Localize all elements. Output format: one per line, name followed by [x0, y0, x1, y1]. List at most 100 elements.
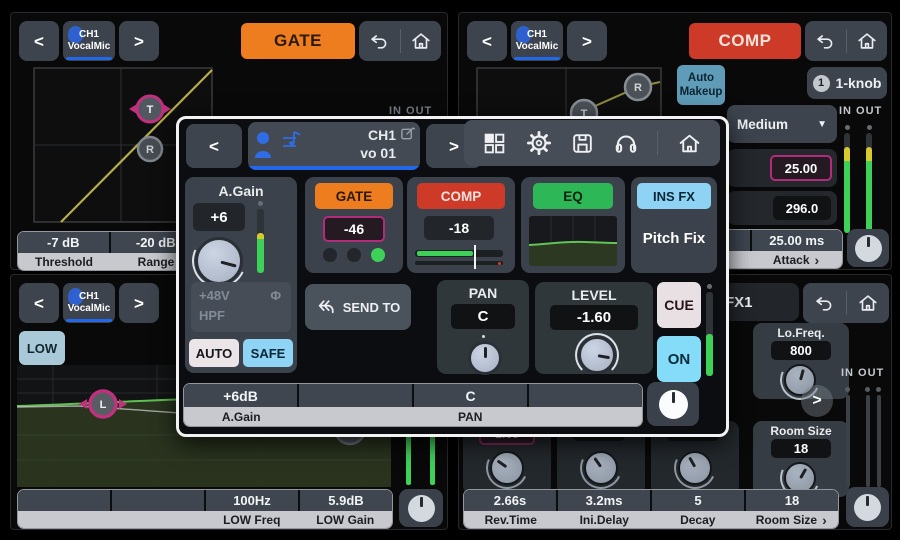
undo-icon[interactable]	[368, 30, 390, 52]
level-value[interactable]: -1.60	[550, 305, 638, 330]
level-knob[interactable]	[578, 336, 616, 374]
pan-value[interactable]: C	[451, 304, 515, 329]
readout-cell-decay[interactable]: 5	[652, 490, 744, 511]
home-icon[interactable]	[677, 131, 702, 156]
readout-cell-inidelay[interactable]: 3.2ms	[558, 490, 650, 511]
prev-channel-button[interactable]: <	[186, 124, 242, 168]
pan-knob[interactable]	[468, 341, 502, 375]
home-icon[interactable]	[856, 30, 878, 52]
gate-open-led	[371, 248, 385, 262]
main-knob-assign-button[interactable]	[647, 382, 699, 426]
undo-icon[interactable]	[814, 30, 836, 52]
knob-icon	[854, 494, 881, 521]
input-meter	[844, 125, 850, 233]
readout-cell[interactable]	[18, 490, 110, 511]
insfx-effect-name[interactable]: Pitch Fix	[631, 225, 717, 251]
auto-button[interactable]: AUTO	[189, 339, 239, 367]
next-channel-button[interactable]: >	[567, 21, 607, 61]
prev-channel-button[interactable]: <	[467, 21, 507, 61]
readout-cell[interactable]	[529, 384, 642, 407]
prev-channel-button[interactable]: <	[19, 21, 59, 61]
divider	[657, 131, 658, 155]
auto-makeup-button[interactable]: Auto Makeup	[677, 65, 725, 105]
channel-header-chip[interactable]: CH1 vo 01	[248, 122, 420, 170]
readout-cell[interactable]	[299, 384, 412, 407]
undo-icon[interactable]	[813, 292, 835, 314]
next-channel-button[interactable]: >	[119, 283, 159, 323]
comp-type-dropdown[interactable]: Medium ▼	[727, 105, 837, 143]
readout-cell-again[interactable]: +6dB	[184, 384, 297, 407]
channel-id: CH1	[79, 291, 99, 304]
output-meter-r	[876, 387, 881, 487]
chevron-right-icon: ›	[822, 512, 827, 528]
headphones-icon[interactable]	[613, 130, 639, 156]
nav-box	[803, 283, 889, 323]
comp-param-value[interactable]: 296.0	[773, 196, 831, 220]
decay-knob[interactable]	[678, 451, 712, 485]
readout-label: A.Gain	[184, 407, 299, 426]
readout-label: Threshold	[18, 253, 110, 270]
readout-cell-revtime[interactable]: 2.66s	[464, 490, 556, 511]
on-button[interactable]: ON	[657, 336, 701, 382]
gate-range-marker[interactable]: R	[138, 137, 162, 161]
comp-threshold-value[interactable]: -18	[424, 216, 494, 240]
prev-channel-button[interactable]: <	[19, 283, 59, 323]
send-to-button[interactable]: SEND TO	[305, 284, 411, 330]
phase-icon[interactable]: Φ	[270, 288, 281, 303]
inidelay-knob[interactable]	[584, 451, 618, 485]
again-card: A.Gain +6 +48V Φ HPF AUTO SAFE	[185, 177, 297, 373]
grid-home-icon[interactable]	[482, 131, 507, 156]
comp-ratio-marker[interactable]: R	[625, 74, 651, 100]
svg-text:L: L	[100, 399, 107, 411]
next-channel-button[interactable]: >	[119, 21, 159, 61]
gate-title-button[interactable]: GATE	[241, 23, 355, 59]
readout-cell-roomsize[interactable]: 18	[746, 490, 838, 511]
gate-threshold-value[interactable]: -46	[323, 216, 385, 242]
knob-icon	[408, 495, 435, 522]
eq-band-low-button[interactable]: LOW	[19, 331, 65, 365]
channel-accent-bar	[514, 57, 560, 60]
channel-select-chip[interactable]: CH1 VocalMic	[511, 21, 563, 61]
one-knob-button[interactable]: 1 1-knob	[807, 67, 887, 99]
main-knob-assign-button[interactable]	[399, 489, 443, 527]
channel-select-chip[interactable]: CH1 VocalMic	[63, 21, 115, 61]
phantom-48v-button[interactable]: +48V	[199, 288, 230, 303]
again-knob[interactable]	[195, 237, 243, 285]
again-value[interactable]: +6	[193, 203, 245, 231]
readout-cell-low-gain[interactable]: 5.9dB	[300, 490, 392, 511]
revtime-knob[interactable]	[490, 451, 524, 485]
gear-icon[interactable]	[526, 130, 552, 156]
param-value[interactable]: 800	[771, 341, 831, 360]
eq-toggle-button[interactable]: EQ	[533, 183, 613, 209]
readout-cell-attack[interactable]: 25.00 ms	[752, 230, 843, 251]
fx-params-next-page-button[interactable]: >	[801, 385, 833, 417]
comp-param-value-selected[interactable]: 25.00	[770, 155, 832, 181]
readout-cell[interactable]	[112, 490, 204, 511]
comp-title-button[interactable]: COMP	[689, 23, 801, 59]
cue-button[interactable]: CUE	[657, 282, 701, 328]
comp-threshold-marker[interactable]	[474, 245, 476, 269]
hpf-button[interactable]: HPF	[199, 308, 225, 323]
comp-toggle-button[interactable]: COMP	[417, 183, 505, 209]
eq-mini-graph[interactable]	[529, 216, 617, 266]
gate-led-1	[323, 248, 337, 262]
readout-cell-threshold[interactable]: -7 dB	[18, 232, 109, 253]
insfx-toggle-button[interactable]: INS FX	[637, 183, 711, 209]
safe-button[interactable]: SAFE	[243, 339, 293, 367]
channel-select-chip[interactable]: CH1 VocalMic	[63, 283, 115, 323]
param-value[interactable]: 18	[771, 439, 831, 458]
home-icon[interactable]	[857, 292, 879, 314]
gate-card: GATE -46	[305, 177, 403, 273]
readout-cell-low-freq[interactable]: 100Hz	[206, 490, 298, 511]
channel-id: CH1	[368, 127, 396, 143]
edit-icon[interactable]	[400, 126, 415, 141]
readout-label: PAN	[413, 407, 528, 426]
main-knob-assign-button[interactable]	[846, 487, 889, 527]
mixer-screen: < CH1 VocalMic > GATE R	[0, 0, 900, 540]
svg-text:R: R	[634, 82, 642, 94]
main-knob-assign-button[interactable]	[847, 229, 889, 267]
home-icon[interactable]	[410, 30, 432, 52]
gate-toggle-button[interactable]: GATE	[315, 183, 393, 209]
save-icon[interactable]	[570, 131, 595, 156]
readout-cell-pan[interactable]: C	[414, 384, 527, 407]
